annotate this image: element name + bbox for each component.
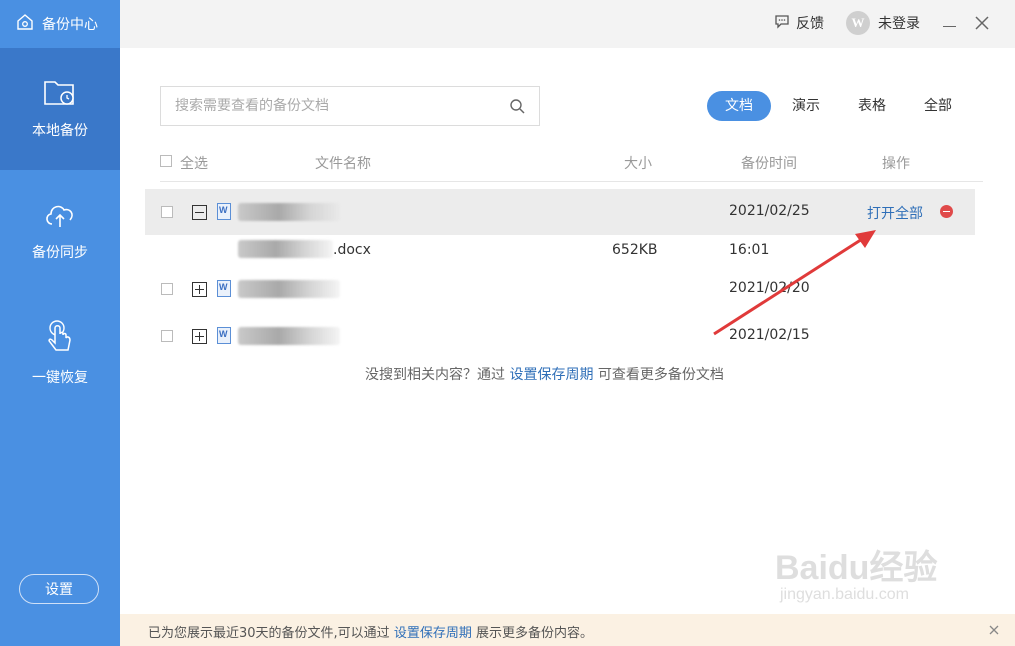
annotation-arrow [713,230,876,336]
home-icon [16,13,42,35]
notice-bar: 已为您展示最近30天的备份文件,可以通过 设置保存周期 展示更多备份内容。 [120,614,1015,646]
size-column-header: 大小 [624,156,652,172]
close-icon [972,16,992,37]
sidebar-item-one-click-restore[interactable]: 一键恢复 [0,292,120,414]
title-bar: 反馈 W 未登录 [120,0,1015,48]
app-title: 备份中心 [42,17,98,33]
sidebar-item-local-backup[interactable]: 本地备份 [0,48,120,170]
action-column-header: 操作 [882,156,910,172]
baidu-watermark: Baidu经验 jingyan.baidu.com [775,540,938,603]
watermark-url: jingyan.baidu.com [780,586,909,603]
word-doc-icon [217,203,231,220]
watermark-text: Baidu经验 [775,549,938,587]
row-checkbox[interactable] [161,283,173,295]
expand-toggle[interactable] [192,329,207,344]
chat-bubble-icon [774,13,796,33]
sidebar: 备份中心 本地备份 备份同步 一键恢复 设置 [0,0,120,646]
notice-text: 已为您展示最近30天的备份文件,可以通过 设置保存周期 展示更多备份内容。 [148,622,593,641]
notice-prefix: 已为您展示最近30天的备份文件,可以通过 [148,626,394,641]
file-type-tabs: 文档 演示 表格 全部 [707,91,955,121]
name-column-header: 文件名称 [315,156,371,172]
tab-presentations[interactable]: 演示 [789,91,823,121]
sidebar-item-label: 本地备份 [32,123,88,139]
delete-icon[interactable] [940,205,953,218]
row-checkbox[interactable] [161,206,173,218]
row-checkbox[interactable] [161,330,173,342]
sidebar-item-label: 备份同步 [32,245,88,261]
blurred-filename [238,203,340,221]
minimize-button[interactable] [940,14,960,34]
select-all-label[interactable]: 全选 [180,153,208,173]
avatar: W [846,11,870,35]
notice-suffix: 展示更多备份内容。 [471,626,593,641]
collapse-toggle[interactable] [192,205,207,220]
blurred-filename [238,327,340,345]
backup-date: 2021/02/25 [729,203,810,219]
settings-button[interactable]: 设置 [19,574,99,604]
search-icon[interactable] [509,98,525,118]
tab-spreadsheets[interactable]: 表格 [855,91,889,121]
search-box [160,86,540,126]
search-input[interactable] [175,96,495,116]
no-results-hint: 没搜到相关内容？通过 设置保存周期 可查看更多备份文档 [365,364,724,384]
expand-toggle[interactable] [192,282,207,297]
hint-text: 没搜到相关内容？通过 [365,367,510,383]
hand-pointer-icon [43,319,77,367]
hint-text: 可查看更多备份文档 [593,367,724,383]
set-retention-link[interactable]: 设置保存周期 [509,367,593,383]
app-brand: 备份中心 [0,0,120,48]
sidebar-item-backup-sync[interactable]: 备份同步 [0,170,120,292]
set-retention-link-footer[interactable]: 设置保存周期 [394,626,472,641]
tab-documents[interactable]: 文档 [707,91,771,121]
table-header: 全选 文件名称 大小 备份时间 操作 [160,152,983,182]
word-doc-icon [217,327,231,344]
file-size: 652KB [612,242,658,258]
login-button[interactable]: W 未登录 [846,11,920,35]
tab-all[interactable]: 全部 [921,91,955,121]
folder-clock-icon [43,78,77,120]
blurred-filename [238,240,333,258]
blurred-filename [238,280,340,298]
close-icon[interactable] [987,623,1001,637]
time-column-header: 备份时间 [741,156,797,172]
word-doc-icon [217,280,231,297]
select-all-checkbox[interactable] [160,155,172,167]
file-extension: .docx [333,242,371,258]
user-label: 未登录 [878,16,920,32]
feedback-label: 反馈 [796,16,824,32]
feedback-button[interactable]: 反馈 [774,13,824,33]
sidebar-item-label: 一键恢复 [32,370,88,386]
close-button[interactable] [972,13,992,33]
cloud-upload-icon [43,200,77,242]
